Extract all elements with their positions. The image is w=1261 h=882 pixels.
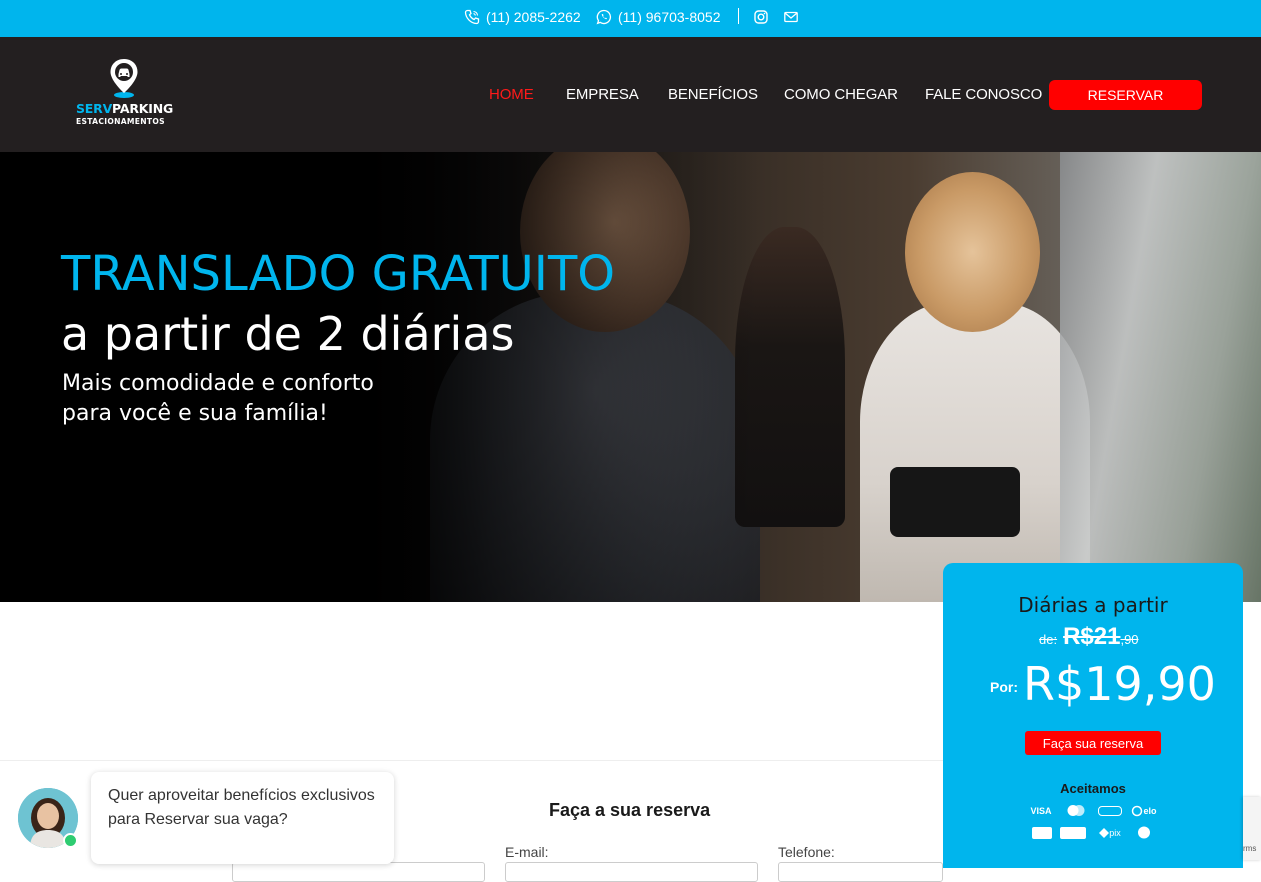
new-price-value: R$19,90: [1023, 657, 1216, 711]
phone-field[interactable]: [778, 862, 943, 882]
hero-text-line2: para você e sua família!: [62, 401, 328, 426]
nav-fale-conosco[interactable]: FALE CONOSCO: [925, 86, 1042, 103]
chat-bubble[interactable]: Quer aproveitar benefícios exclusivos pa…: [91, 772, 394, 864]
nav-beneficios[interactable]: BENEFÍCIOS: [668, 86, 758, 103]
accepted-payments-title: Aceitamos: [1060, 781, 1126, 796]
hero-photo-woman-right-head: [905, 172, 1040, 332]
section-divider: [0, 760, 943, 761]
mail-icon: [784, 11, 798, 23]
site-header: SERVPARKING ESTACIONAMENTOS HOME EMPRESA…: [0, 37, 1261, 152]
online-status-dot: [63, 833, 78, 848]
whatsapp-link[interactable]: (11) 96703-8052: [596, 9, 720, 25]
phone-link[interactable]: (11) 2085-2262: [464, 9, 581, 25]
alelo-icon: [1132, 826, 1156, 838]
logo-tagline: ESTACIONAMENTOS: [76, 117, 165, 126]
hipercard-icon: [1060, 827, 1086, 839]
car-pin-icon: [110, 59, 138, 98]
old-price: de: R$21,90: [1039, 623, 1139, 651]
email-label: E-mail:: [505, 844, 549, 860]
logo-brand: SERVPARKING: [76, 101, 173, 116]
top-contact-bar: (11) 2085-2262 (11) 96703-8052: [0, 0, 1261, 37]
logo-brand-parking: PARKING: [112, 101, 174, 116]
hero-subtitle: a partir de 2 diárias: [61, 307, 515, 361]
logo-brand-serv: SERV: [76, 101, 113, 116]
email-field[interactable]: [505, 862, 758, 882]
instagram-icon: [754, 10, 768, 24]
nav-empresa[interactable]: EMPRESA: [566, 86, 639, 103]
nav-home[interactable]: HOME: [489, 86, 534, 103]
hero-banner: TRANSLADO GRATUITO a partir de 2 diárias…: [0, 152, 1261, 602]
reservar-button[interactable]: RESERVAR: [1049, 80, 1202, 110]
diners-icon: [1032, 827, 1052, 839]
hero-text-line1: Mais comodidade e conforto: [62, 371, 374, 396]
whatsapp-icon: [596, 9, 612, 25]
new-price-prefix: Por:: [990, 679, 1018, 695]
whatsapp-number: (11) 96703-8052: [618, 9, 721, 25]
phone-icon: [464, 9, 480, 25]
form-title: Faça a sua reserva: [549, 800, 711, 820]
nav-como-chegar[interactable]: COMO CHEGAR: [784, 86, 898, 103]
old-price-prefix: de:: [1039, 632, 1058, 647]
phone-label: Telefone:: [778, 844, 835, 860]
email-link[interactable]: [783, 9, 799, 25]
hero-title: TRANSLADO GRATUITO: [61, 246, 616, 302]
recaptcha-terms-text: rms: [1243, 844, 1257, 853]
hero-photo-woman-right-body: [860, 302, 1090, 602]
elo-label: elo: [1143, 806, 1157, 816]
hero-photo-handbag: [890, 467, 1020, 537]
amex-icon: [1098, 806, 1122, 816]
visa-icon: VISA: [1030, 806, 1052, 816]
pix-icon: pix: [1095, 827, 1125, 839]
old-price-cents: ,90: [1120, 632, 1139, 647]
pix-label: pix: [1109, 828, 1121, 838]
hero-photo-car-door: [1060, 152, 1261, 602]
price-card-title: Diárias a partir: [1018, 593, 1168, 617]
chat-message: Quer aproveitar benefícios exclusivos pa…: [108, 787, 375, 828]
recaptcha-badge[interactable]: rms: [1243, 797, 1261, 860]
serv-parking-logo[interactable]: SERVPARKING ESTACIONAMENTOS: [74, 55, 174, 130]
mastercard-icon: [1065, 804, 1087, 816]
name-field[interactable]: [232, 862, 485, 882]
elo-icon: elo: [1130, 805, 1158, 817]
phone-number: (11) 2085-2262: [486, 9, 581, 25]
old-price-value: R$21: [1063, 623, 1121, 650]
instagram-link[interactable]: [753, 9, 769, 25]
faca-sua-reserva-button[interactable]: Faça sua reserva: [1025, 731, 1161, 755]
price-card: Diárias a partir de: R$21,90 Por: R$19,90…: [943, 563, 1243, 868]
topbar-divider: [738, 8, 739, 24]
